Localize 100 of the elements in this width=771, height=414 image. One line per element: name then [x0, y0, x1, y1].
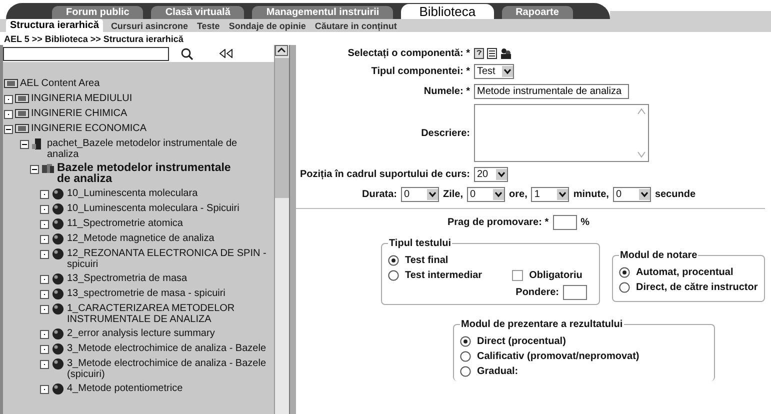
lesson-icon: [51, 328, 65, 340]
tree-item[interactable]: pachet_Bazele metodelor instrumentale de analiza: [47, 138, 247, 160]
expand-toggle[interactable]: [40, 305, 49, 314]
radio-button[interactable]: [388, 270, 399, 281]
unit-label: Zile,: [443, 189, 464, 200]
nav-tab[interactable]: Clasă virtuală: [151, 6, 244, 19]
tree-item[interactable]: 4_Metode potentiometrice: [67, 383, 183, 394]
field-label: Selectați o componentă: *: [346, 48, 470, 59]
sub-tab[interactable]: Cursuri asincrone: [110, 21, 189, 32]
expand-toggle[interactable]: [40, 205, 49, 214]
field-label: Numele: *: [422, 86, 470, 97]
dropdown-arrow-icon: [427, 189, 438, 200]
dropdown[interactable]: 0: [467, 187, 506, 202]
search-field[interactable]: [3, 46, 169, 60]
radio-button[interactable]: [619, 282, 630, 293]
dropdown[interactable]: Test: [474, 64, 514, 79]
unit-label: ore,: [509, 189, 528, 200]
field-label: Descriere:: [420, 128, 470, 138]
name-field[interactable]: Metode instrumentale de analiza: [474, 84, 629, 99]
tree-item[interactable]: Bazele metodelor instrumentale de analiza: [57, 163, 247, 185]
radio-button[interactable]: [460, 351, 471, 362]
tree-item[interactable]: 11_Spectrometrie atomica: [67, 218, 183, 229]
group-title: Tipul testului: [388, 238, 452, 249]
radio-button[interactable]: [619, 267, 630, 278]
field-label: Poziția în cadrul suportului de curs:: [298, 169, 470, 180]
radio-button[interactable]: [460, 336, 471, 347]
group-title: Modul de prezentare a rezultatului: [460, 319, 624, 330]
tree-item[interactable]: 1_CARACTERIZAREA METODELOR INSTRUMENTALE DE ANALIZA: [67, 303, 267, 325]
nav-tab[interactable]: Rapoarte: [502, 6, 573, 19]
expand-toggle[interactable]: [40, 360, 49, 369]
tree-item[interactable]: 12_REZONANTA ELECTRONICA DE SPIN - spicuiri: [67, 248, 267, 270]
people-icon[interactable]: [500, 48, 512, 59]
dropdown[interactable]: 20: [474, 167, 508, 182]
dropdown-arrow-icon: [502, 66, 513, 77]
tree-item[interactable]: INGINERIE ECONOMICA: [31, 123, 147, 134]
breadcrumb: AEL 5 >> Biblioteca >> Structura ierarhică: [4, 34, 184, 44]
tree-item[interactable]: INGINERIA MEDIULUI: [31, 93, 132, 104]
checkbox[interactable]: [512, 270, 524, 281]
sub-tab[interactable]: Structura ierarhică: [6, 19, 103, 32]
expand-toggle[interactable]: [40, 330, 49, 339]
expand-toggle[interactable]: [40, 275, 49, 284]
radio-button[interactable]: [460, 366, 471, 377]
folder-icon: [4, 78, 18, 90]
nav-tab[interactable]: Forum public: [52, 6, 144, 19]
nav-tab[interactable]: Biblioteca: [401, 4, 494, 19]
expand-toggle[interactable]: [4, 110, 13, 119]
help-doc-icon[interactable]: [474, 48, 484, 59]
tree-item[interactable]: 13_spectrometrie de masa - spicuiri: [67, 288, 226, 299]
folder-icon: [15, 108, 29, 120]
expand-toggle[interactable]: [40, 235, 49, 244]
sub-tab[interactable]: Teste: [196, 21, 221, 32]
tree-item[interactable]: 3_Metode electrochimice de analiza - Bazele (spicuiri): [67, 358, 267, 380]
field-label: Tipul componentei: *: [370, 66, 470, 77]
folder-icon: [15, 93, 29, 105]
lesson-icon: [51, 218, 65, 230]
expand-toggle[interactable]: [4, 125, 13, 134]
lesson-icon: [51, 288, 65, 300]
tree-item[interactable]: 3_Metode electrochimice de analiza - Bazele: [67, 343, 266, 354]
option-label: Obligatoriu: [529, 270, 582, 281]
collapse-icon[interactable]: [219, 49, 233, 58]
dropdown[interactable]: 1: [531, 187, 570, 202]
lesson-icon: [51, 303, 65, 315]
sub-tab[interactable]: Căutare in conținut: [314, 21, 398, 32]
option-label: Calificativ (promovat/nepromovat): [477, 351, 640, 362]
lesson-icon: [51, 188, 65, 200]
nav-tab[interactable]: Managementul instruirii: [252, 6, 394, 19]
lesson-icon: [51, 248, 65, 260]
expand-toggle[interactable]: [40, 385, 49, 394]
tree-item[interactable]: AEL Content Area: [20, 78, 100, 89]
tree-item[interactable]: 2_error analysis lecture summary: [67, 328, 215, 339]
tree-item[interactable]: 12_Metode magnetice de analiza: [67, 233, 214, 244]
expand-toggle[interactable]: [30, 165, 39, 174]
option-label: Direct (procentual): [477, 336, 566, 347]
threshold-field[interactable]: [552, 215, 577, 230]
expand-toggle[interactable]: [40, 290, 49, 299]
option-label: Automat, procentual: [636, 267, 734, 278]
tree-item[interactable]: 10_Luminescenta moleculara - Spicuiri: [67, 203, 240, 214]
list-doc-icon[interactable]: [487, 48, 497, 59]
expand-toggle[interactable]: [40, 345, 49, 354]
field-label: Prag de promovare: *: [447, 217, 549, 228]
unit-label: secunde: [654, 189, 696, 200]
dropdown[interactable]: 0: [612, 187, 651, 202]
tree-item[interactable]: 13_Spectrometria de masa: [67, 273, 188, 284]
expand-toggle[interactable]: [40, 250, 49, 259]
search-icon[interactable]: [181, 48, 193, 60]
weight-field[interactable]: [563, 285, 587, 300]
lesson-icon: [51, 203, 65, 215]
course-icon: [41, 163, 55, 175]
expand-toggle[interactable]: [20, 140, 29, 149]
sub-tab[interactable]: Sondaje de opinie: [228, 21, 307, 32]
scrollbar-thumb[interactable]: [275, 58, 289, 198]
dropdown[interactable]: 0: [401, 187, 440, 202]
radio-button[interactable]: [388, 255, 399, 266]
tree-item[interactable]: INGINERIE CHIMICA: [31, 108, 128, 119]
expand-toggle[interactable]: [40, 220, 49, 229]
scroll-up-icon[interactable]: [275, 45, 288, 56]
tree-item[interactable]: 10_Luminescenta moleculara: [67, 188, 198, 199]
expand-toggle[interactable]: [4, 95, 13, 104]
expand-toggle[interactable]: [40, 190, 49, 199]
unit-label: %: [580, 217, 590, 228]
